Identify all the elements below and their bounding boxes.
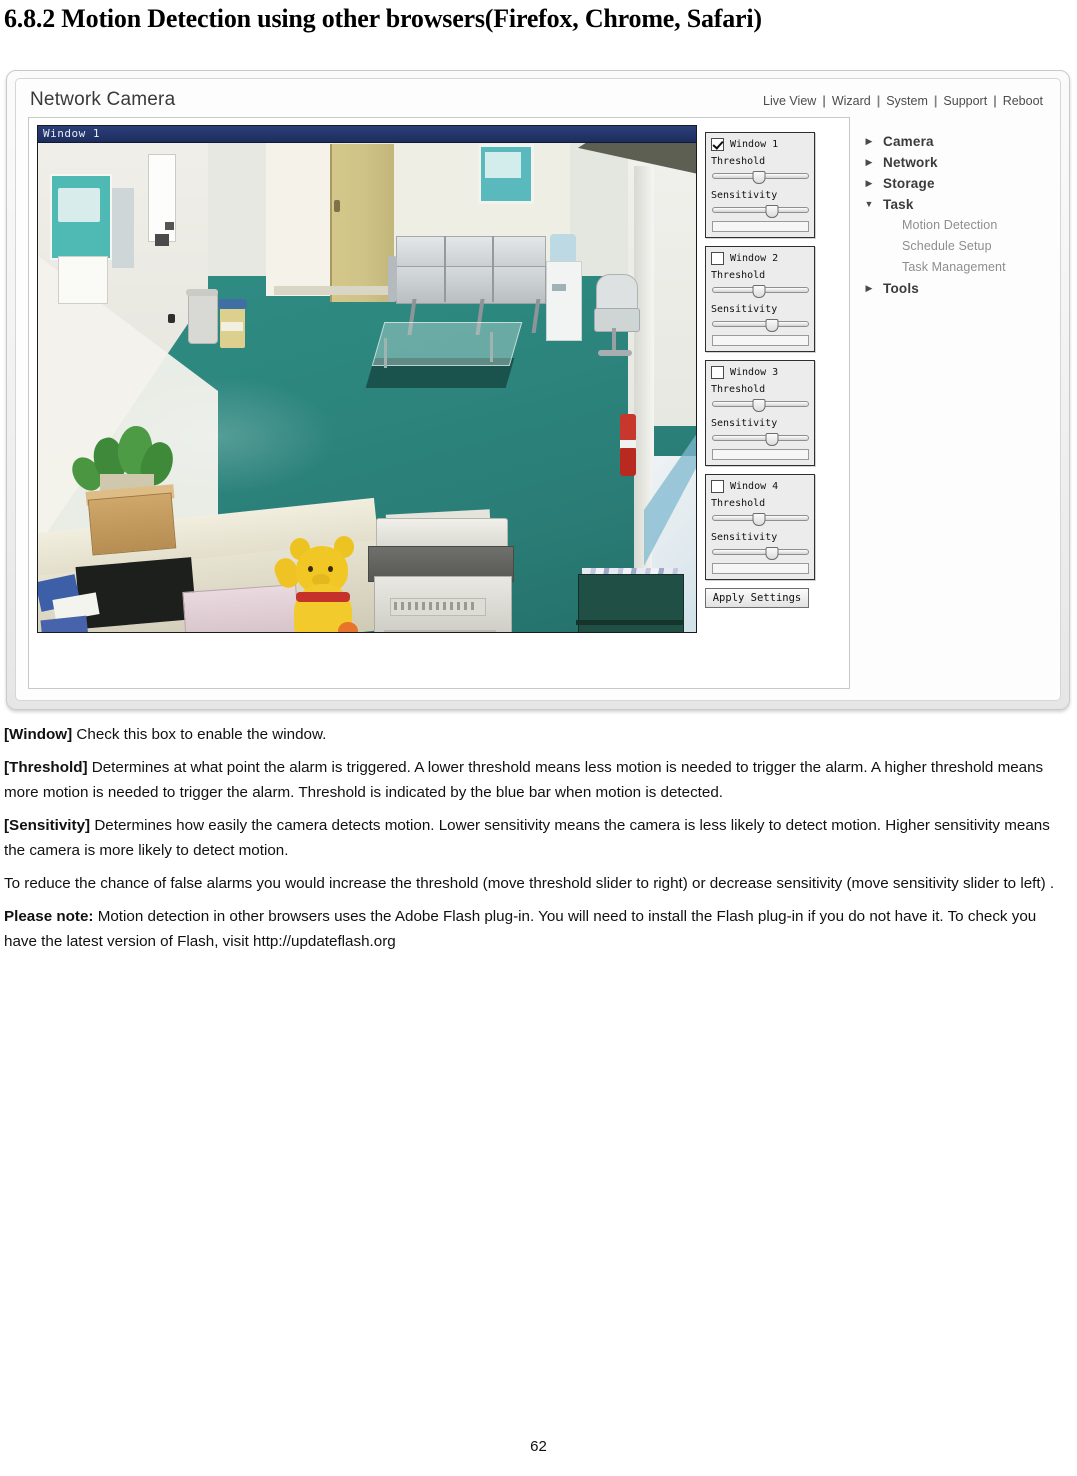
window-3-label: Window 3 — [730, 367, 779, 378]
text-threshold: Determines at what point the alarm is tr… — [4, 759, 1044, 801]
window-panel-2[interactable]: Window 2 Threshold Sensitivity — [705, 246, 815, 352]
term-window: [Window] — [4, 726, 73, 743]
window-1-enable-checkbox[interactable] — [711, 138, 724, 151]
chevron-right-icon: ▶ — [865, 136, 873, 146]
nav-separator: | — [876, 94, 881, 108]
window-2-motion-level-bar — [712, 335, 809, 346]
sidebar-item-network[interactable]: ▶ Network — [864, 152, 1064, 173]
nav-separator: | — [933, 94, 938, 108]
nav-separator: | — [993, 94, 997, 108]
window-1-motion-level-bar — [712, 221, 809, 232]
sidebar-item-storage[interactable]: ▶ Storage — [864, 173, 1064, 194]
live-video-feed[interactable]: Window 1 — [37, 125, 697, 633]
window-3-motion-level-bar — [712, 449, 809, 460]
motion-window-controls: Window 1 Threshold Sensitivity Window 2 … — [705, 132, 827, 608]
sidebar-menu: ▶ Camera ▶ Network ▶ Storage ▼ Task Moti… — [864, 131, 1064, 299]
content-panel: Window 1 Window 1 Threshold Sensitivity — [28, 117, 850, 689]
brand-title: Network Camera — [30, 89, 176, 110]
window-4-sensitivity-track[interactable] — [712, 549, 809, 555]
sidebar-item-tools[interactable]: ▶ Tools — [864, 278, 1064, 299]
term-note: Please note: — [4, 908, 94, 925]
window-panel-3[interactable]: Window 3 Threshold Sensitivity — [705, 360, 815, 466]
nav-system[interactable]: System — [885, 94, 929, 108]
video-window-titlebar: Window 1 — [38, 126, 696, 143]
window-4-threshold-thumb[interactable] — [752, 513, 766, 526]
window-3-sensitivity-thumb[interactable] — [765, 433, 779, 446]
window-2-enable-checkbox[interactable] — [711, 252, 724, 265]
window-4-label: Window 4 — [730, 481, 779, 492]
window-1-sensitivity-label: Sensitivity — [711, 190, 778, 201]
window-2-label: Window 2 — [730, 253, 779, 264]
nav-live-view[interactable]: Live View — [762, 94, 817, 108]
nav-support[interactable]: Support — [942, 94, 988, 108]
window-3-sensitivity-track[interactable] — [712, 435, 809, 441]
body-copy: [Window] Check this box to enable the wi… — [4, 722, 1064, 962]
term-sensitivity: [Sensitivity] — [4, 817, 91, 834]
nav-wizard[interactable]: Wizard — [831, 94, 872, 108]
header-bar: Network Camera Live View | Wizard | System | S… — [16, 79, 1060, 119]
video-window-label: Window 1 — [43, 127, 100, 140]
window-4-motion-level-bar — [712, 563, 809, 574]
window-2-sensitivity-label: Sensitivity — [711, 304, 778, 315]
window-2-threshold-thumb[interactable] — [752, 285, 766, 298]
window-panel-1[interactable]: Window 1 Threshold Sensitivity — [705, 132, 815, 238]
chevron-right-icon: ▶ — [865, 157, 873, 167]
window-4-sensitivity-label: Sensitivity — [711, 532, 778, 543]
window-1-header: Window 1 — [711, 138, 778, 151]
camera-web-ui-inner: Network Camera Live View | Wizard | System | S… — [15, 78, 1061, 701]
camera-web-ui-frame: Network Camera Live View | Wizard | System | S… — [6, 70, 1070, 710]
sidebar-item-storage-label: Storage — [883, 176, 935, 191]
video-scene — [38, 126, 696, 632]
sidebar-item-network-label: Network — [883, 155, 938, 170]
window-panel-4[interactable]: Window 4 Threshold Sensitivity — [705, 474, 815, 580]
paragraph-threshold: [Threshold] Determines at what point the… — [4, 755, 1064, 805]
window-2-sensitivity-track[interactable] — [712, 321, 809, 327]
window-1-label: Window 1 — [730, 139, 779, 150]
window-2-header: Window 2 — [711, 252, 778, 265]
window-3-sensitivity-label: Sensitivity — [711, 418, 778, 429]
window-3-threshold-thumb[interactable] — [752, 399, 766, 412]
chevron-down-icon: ▼ — [864, 199, 874, 209]
window-1-sensitivity-track[interactable] — [712, 207, 809, 213]
sidebar-subitem-motion-detection[interactable]: Motion Detection — [864, 215, 1064, 236]
page-title: 6.8.2 Motion Detection using other brows… — [4, 4, 762, 33]
window-4-header: Window 4 — [711, 480, 778, 493]
sidebar-item-camera-label: Camera — [883, 134, 934, 149]
text-sensitivity: Determines how easily the camera detects… — [4, 817, 1050, 859]
text-window: Check this box to enable the window. — [72, 726, 327, 743]
paragraph-note: Please note: Motion detection in other b… — [4, 904, 1064, 954]
window-2-threshold-label: Threshold — [711, 270, 766, 281]
chevron-right-icon: ▶ — [865, 178, 873, 188]
paragraph-advice: To reduce the chance of false alarms you… — [4, 875, 1055, 892]
window-4-sensitivity-thumb[interactable] — [765, 547, 779, 560]
window-1-threshold-thumb[interactable] — [752, 171, 766, 184]
window-2-sensitivity-thumb[interactable] — [765, 319, 779, 332]
sidebar-item-task-label: Task — [883, 197, 914, 212]
sidebar-item-task[interactable]: ▼ Task — [864, 194, 1064, 215]
top-nav: Live View | Wizard | System | Support | Reboot — [762, 94, 1044, 108]
paragraph-window: [Window] Check this box to enable the wi… — [4, 722, 1064, 747]
nav-reboot[interactable]: Reboot — [1002, 94, 1044, 108]
paragraph-sensitivity: [Sensitivity] Determines how easily the … — [4, 813, 1064, 863]
window-4-threshold-label: Threshold — [711, 498, 766, 509]
window-3-threshold-label: Threshold — [711, 384, 766, 395]
text-note: Motion detection in other browsers uses … — [4, 908, 1037, 950]
window-3-enable-checkbox[interactable] — [711, 366, 724, 379]
window-1-sensitivity-thumb[interactable] — [765, 205, 779, 218]
sidebar-item-tools-label: Tools — [883, 281, 919, 296]
sidebar-subitem-schedule-setup[interactable]: Schedule Setup — [864, 236, 1064, 257]
term-threshold: [Threshold] — [4, 759, 88, 776]
sidebar-item-camera[interactable]: ▶ Camera — [864, 131, 1064, 152]
nav-separator: | — [822, 94, 826, 108]
apply-settings-button[interactable]: Apply Settings — [705, 588, 809, 608]
window-1-threshold-label: Threshold — [711, 156, 766, 167]
chevron-right-icon: ▶ — [865, 283, 873, 293]
page-number: 62 — [530, 1438, 547, 1455]
window-3-header: Window 3 — [711, 366, 778, 379]
sidebar-subitem-task-management[interactable]: Task Management — [864, 257, 1064, 278]
window-4-enable-checkbox[interactable] — [711, 480, 724, 493]
